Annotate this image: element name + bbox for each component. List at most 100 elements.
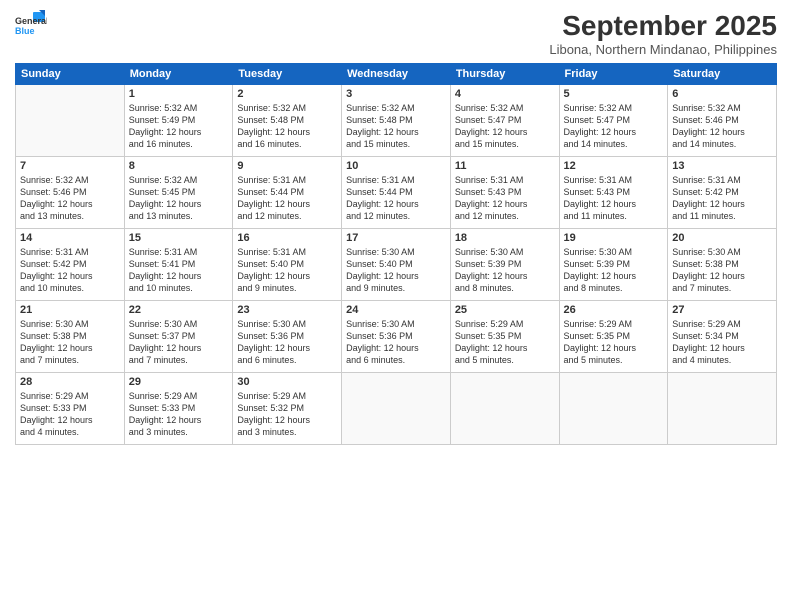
week-row-5: 28 Sunrise: 5:29 AMSunset: 5:33 PMDayligh… (16, 373, 777, 445)
cell-w2-d7: 13 Sunrise: 5:31 AMSunset: 5:42 PMDayligh… (668, 157, 777, 229)
col-monday: Monday (124, 64, 233, 85)
cell-w2-d4: 10 Sunrise: 5:31 AMSunset: 5:44 PMDayligh… (342, 157, 451, 229)
day-number: 11 (455, 160, 555, 172)
calendar-page: General Blue September 2025 Libona, Nort… (0, 0, 792, 612)
cell-w4-d4: 24 Sunrise: 5:30 AMSunset: 5:36 PMDayligh… (342, 301, 451, 373)
cell-w2-d2: 8Sunrise: 5:32 AMSunset: 5:45 PMDaylight… (124, 157, 233, 229)
cell-info: Sunrise: 5:30 AMSunset: 5:37 PMDaylight:… (129, 318, 229, 367)
day-number: 7 (20, 160, 120, 172)
cell-w1-d5: 4 Sunrise: 5:32 AMSunset: 5:47 PMDaylight… (450, 85, 559, 157)
cell-w4-d1: 21Sunrise: 5:30 AMSunset: 5:38 PMDayligh… (16, 301, 125, 373)
week-row-4: 21Sunrise: 5:30 AMSunset: 5:38 PMDayligh… (16, 301, 777, 373)
day-number: 18 (455, 232, 555, 244)
cell-info: Sunrise: 5:32 AMSunset: 5:49 PMDaylight:… (129, 102, 229, 151)
day-number: 15 (129, 232, 229, 244)
cell-w3-d2: 15 Sunrise: 5:31 AMSunset: 5:41 PMDayligh… (124, 229, 233, 301)
cell-w1-d3: 2Sunrise: 5:32 AMSunset: 5:48 PMDaylight… (233, 85, 342, 157)
cell-w3-d5: 18 Sunrise: 5:30 AMSunset: 5:39 PMDayligh… (450, 229, 559, 301)
cell-info: Sunrise: 5:30 AMSunset: 5:36 PMDaylight:… (346, 318, 446, 367)
cell-w5-d7 (668, 373, 777, 445)
cell-w4-d2: 22 Sunrise: 5:30 AMSunset: 5:37 PMDayligh… (124, 301, 233, 373)
cell-w5-d4 (342, 373, 451, 445)
col-wednesday: Wednesday (342, 64, 451, 85)
cell-info: Sunrise: 5:29 AMSunset: 5:33 PMDaylight:… (20, 390, 120, 439)
cell-w3-d1: 14 Sunrise: 5:31 AMSunset: 5:42 PMDayligh… (16, 229, 125, 301)
day-number: 4 (455, 88, 555, 100)
cell-w1-d7: 6 Sunrise: 5:32 AMSunset: 5:46 PMDaylight… (668, 85, 777, 157)
day-number: 24 (346, 304, 446, 316)
cell-w2-d1: 7 Sunrise: 5:32 AMSunset: 5:46 PMDaylight… (16, 157, 125, 229)
cell-info: Sunrise: 5:30 AMSunset: 5:39 PMDaylight:… (455, 246, 555, 295)
month-title: September 2025 (549, 10, 777, 42)
cell-w5-d2: 29Sunrise: 5:29 AMSunset: 5:33 PMDayligh… (124, 373, 233, 445)
cell-info: Sunrise: 5:32 AMSunset: 5:47 PMDaylight:… (455, 102, 555, 151)
col-tuesday: Tuesday (233, 64, 342, 85)
col-thursday: Thursday (450, 64, 559, 85)
cell-info: Sunrise: 5:29 AMSunset: 5:35 PMDaylight:… (564, 318, 664, 367)
cell-info: Sunrise: 5:31 AMSunset: 5:43 PMDaylight:… (564, 174, 664, 223)
day-number: 3 (346, 88, 446, 100)
cell-w5-d5 (450, 373, 559, 445)
svg-text:Blue: Blue (15, 26, 35, 36)
header-row: Sunday Monday Tuesday Wednesday Thursday… (16, 64, 777, 85)
cell-w4-d7: 27 Sunrise: 5:29 AMSunset: 5:34 PMDayligh… (668, 301, 777, 373)
cell-w1-d4: 3 Sunrise: 5:32 AMSunset: 5:48 PMDaylight… (342, 85, 451, 157)
cell-w4-d6: 26 Sunrise: 5:29 AMSunset: 5:35 PMDayligh… (559, 301, 668, 373)
col-friday: Friday (559, 64, 668, 85)
day-number: 23 (237, 304, 337, 316)
day-number: 19 (564, 232, 664, 244)
day-number: 9 (237, 160, 337, 172)
cell-w4-d3: 23 Sunrise: 5:30 AMSunset: 5:36 PMDayligh… (233, 301, 342, 373)
header: General Blue September 2025 Libona, Nort… (15, 10, 777, 57)
day-number: 28 (20, 376, 120, 388)
cell-info: Sunrise: 5:30 AMSunset: 5:40 PMDaylight:… (346, 246, 446, 295)
day-number: 6 (672, 88, 772, 100)
day-number: 21 (20, 304, 120, 316)
cell-info: Sunrise: 5:32 AMSunset: 5:48 PMDaylight:… (346, 102, 446, 151)
cell-info: Sunrise: 5:29 AMSunset: 5:33 PMDaylight:… (129, 390, 229, 439)
day-number: 12 (564, 160, 664, 172)
svg-text:General: General (15, 16, 47, 26)
day-number: 5 (564, 88, 664, 100)
cell-w5-d3: 30 Sunrise: 5:29 AMSunset: 5:32 PMDayligh… (233, 373, 342, 445)
cell-w5-d1: 28 Sunrise: 5:29 AMSunset: 5:33 PMDayligh… (16, 373, 125, 445)
cell-info: Sunrise: 5:30 AMSunset: 5:36 PMDaylight:… (237, 318, 337, 367)
cell-info: Sunrise: 5:32 AMSunset: 5:47 PMDaylight:… (564, 102, 664, 151)
cell-info: Sunrise: 5:31 AMSunset: 5:44 PMDaylight:… (237, 174, 337, 223)
cell-info: Sunrise: 5:31 AMSunset: 5:43 PMDaylight:… (455, 174, 555, 223)
day-number: 10 (346, 160, 446, 172)
day-number: 13 (672, 160, 772, 172)
cell-w2-d5: 11 Sunrise: 5:31 AMSunset: 5:43 PMDayligh… (450, 157, 559, 229)
day-number: 20 (672, 232, 772, 244)
cell-info: Sunrise: 5:32 AMSunset: 5:46 PMDaylight:… (20, 174, 120, 223)
cell-w1-d1 (16, 85, 125, 157)
cell-info: Sunrise: 5:32 AMSunset: 5:46 PMDaylight:… (672, 102, 772, 151)
cell-info: Sunrise: 5:31 AMSunset: 5:40 PMDaylight:… (237, 246, 337, 295)
day-number: 30 (237, 376, 337, 388)
cell-info: Sunrise: 5:31 AMSunset: 5:41 PMDaylight:… (129, 246, 229, 295)
day-number: 25 (455, 304, 555, 316)
day-number: 1 (129, 88, 229, 100)
cell-info: Sunrise: 5:31 AMSunset: 5:42 PMDaylight:… (672, 174, 772, 223)
day-number: 14 (20, 232, 120, 244)
cell-info: Sunrise: 5:29 AMSunset: 5:32 PMDaylight:… (237, 390, 337, 439)
day-number: 26 (564, 304, 664, 316)
cell-w1-d6: 5 Sunrise: 5:32 AMSunset: 5:47 PMDaylight… (559, 85, 668, 157)
logo-svg: General Blue (15, 10, 47, 42)
week-row-2: 7 Sunrise: 5:32 AMSunset: 5:46 PMDaylight… (16, 157, 777, 229)
cell-info: Sunrise: 5:30 AMSunset: 5:39 PMDaylight:… (564, 246, 664, 295)
week-row-3: 14 Sunrise: 5:31 AMSunset: 5:42 PMDayligh… (16, 229, 777, 301)
day-number: 17 (346, 232, 446, 244)
cell-w2-d6: 12 Sunrise: 5:31 AMSunset: 5:43 PMDayligh… (559, 157, 668, 229)
cell-info: Sunrise: 5:31 AMSunset: 5:42 PMDaylight:… (20, 246, 120, 295)
day-number: 22 (129, 304, 229, 316)
cell-w3-d7: 20Sunrise: 5:30 AMSunset: 5:38 PMDayligh… (668, 229, 777, 301)
cell-w5-d6 (559, 373, 668, 445)
day-number: 27 (672, 304, 772, 316)
cell-w1-d2: 1 Sunrise: 5:32 AMSunset: 5:49 PMDaylight… (124, 85, 233, 157)
cell-info: Sunrise: 5:32 AMSunset: 5:45 PMDaylight:… (129, 174, 229, 223)
cell-info: Sunrise: 5:31 AMSunset: 5:44 PMDaylight:… (346, 174, 446, 223)
cell-info: Sunrise: 5:29 AMSunset: 5:34 PMDaylight:… (672, 318, 772, 367)
cell-w2-d3: 9 Sunrise: 5:31 AMSunset: 5:44 PMDaylight… (233, 157, 342, 229)
week-row-1: 1 Sunrise: 5:32 AMSunset: 5:49 PMDaylight… (16, 85, 777, 157)
